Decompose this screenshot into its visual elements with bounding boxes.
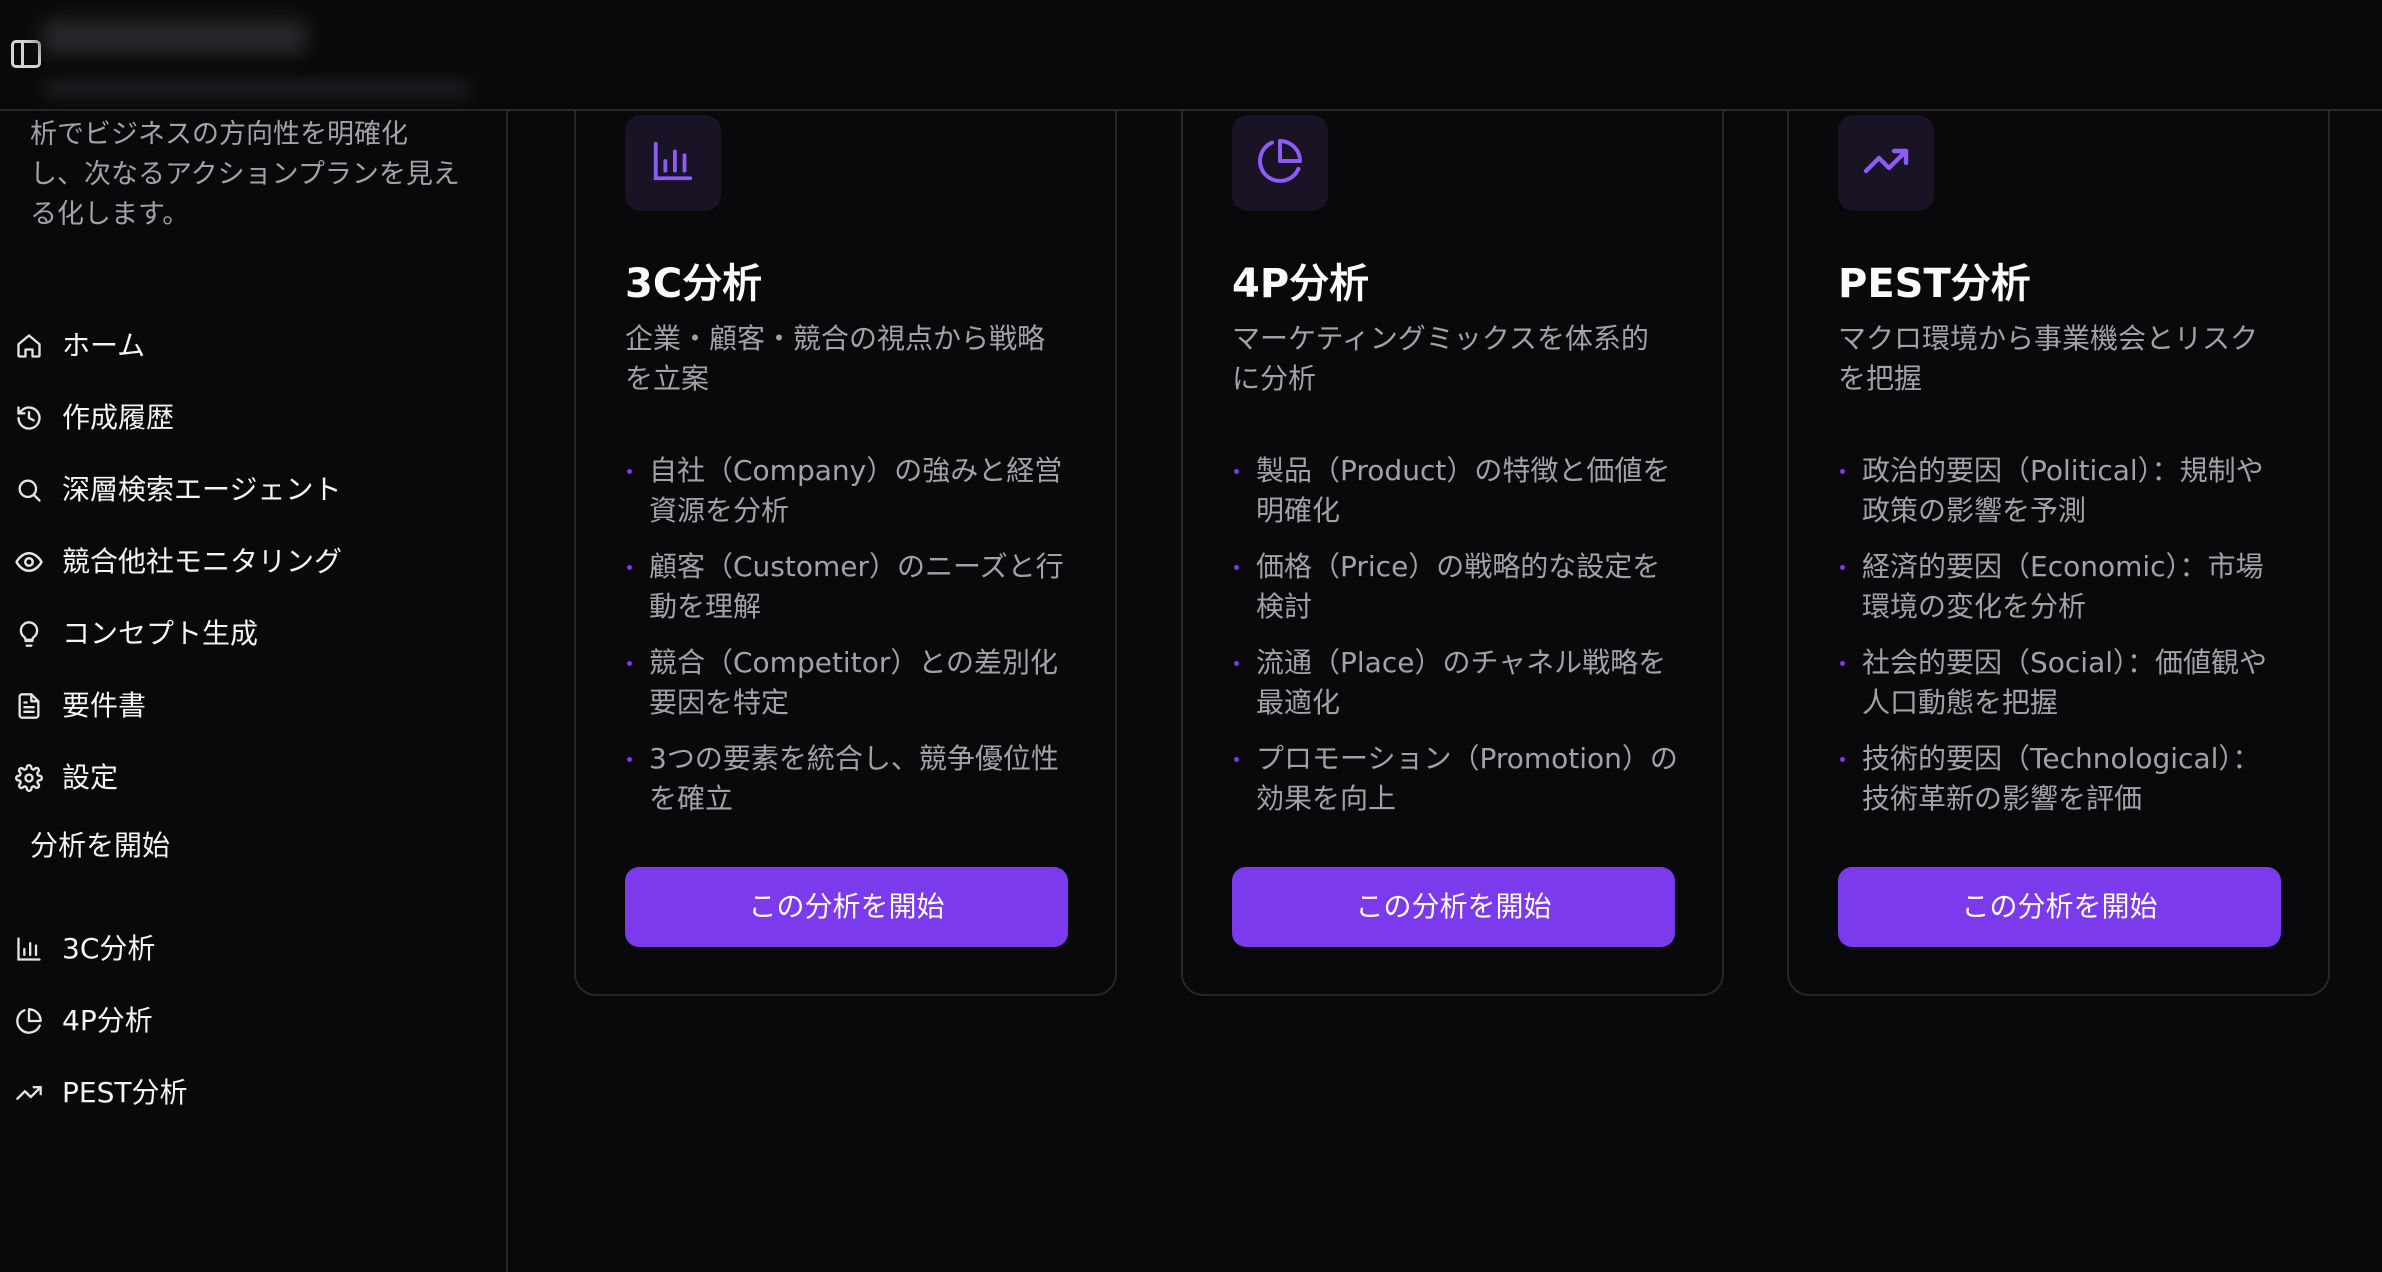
lightbulb-icon — [14, 619, 44, 649]
nav-item-label: 4P分析 — [62, 1004, 153, 1037]
document-icon — [14, 691, 44, 721]
list-item: 3つの要素を統合し、競争優位性を確立 — [625, 739, 1075, 819]
card-bullet-list: 製品（Product）の特徴と価値を明確化 価格（Price）の戦略的な設定を検… — [1232, 451, 1682, 835]
card-description: マクロ環境から事業機会とリスクを把握 — [1838, 322, 2259, 395]
list-item: 顧客（Customer）のニーズと行動を理解 — [625, 547, 1075, 627]
nav-item-home[interactable]: ホーム — [0, 316, 490, 376]
nav-item-label: 3C分析 — [62, 932, 156, 965]
card-description: マーケティングミックスを体系的に分析 — [1232, 322, 1649, 395]
start-analysis-button[interactable]: この分析を開始 — [1232, 867, 1675, 947]
home-icon — [14, 331, 44, 361]
bar-chart-icon — [650, 138, 696, 188]
card-bullet-list: 自社（Company）の強みと経営資源を分析 顧客（Customer）のニーズと… — [625, 451, 1075, 835]
card-title: PEST分析 — [1838, 261, 2031, 307]
card-bullet-list: 政治的要因（Political）：規制や政策の影響を予測 経済的要因（Econo… — [1838, 451, 2288, 835]
card-icon-container — [1838, 115, 1934, 211]
list-item: プロモーション（Promotion）の効果を向上 — [1232, 739, 1682, 819]
list-item: 価格（Price）の戦略的な設定を検討 — [1232, 547, 1682, 627]
list-item: 社会的要因（Social）：価値観や人口動態を把握 — [1838, 643, 2288, 723]
list-item: 技術的要因（Technological）：技術革新の影響を評価 — [1838, 739, 2288, 819]
list-item: 製品（Product）の特徴と価値を明確化 — [1232, 451, 1682, 531]
nav-item-label: コンセプト生成 — [62, 617, 259, 650]
nav-item-label: ホーム — [62, 329, 146, 362]
bar-chart-icon — [14, 934, 44, 964]
nav-item-4p[interactable]: 4P分析 — [0, 991, 490, 1051]
card-title: 4P分析 — [1232, 261, 1370, 307]
nav-item-label: 設定 — [62, 761, 119, 794]
nav-item-label: 要件書 — [62, 689, 147, 722]
nav-item-label: 深層検索エージェント — [62, 473, 342, 506]
nav-item-label: 作成履歴 — [62, 401, 175, 434]
eye-icon — [14, 547, 44, 577]
list-item: 政治的要因（Political）：規制や政策の影響を予測 — [1838, 451, 2288, 531]
start-analysis-button[interactable]: この分析を開始 — [1838, 867, 2281, 947]
trending-up-icon — [14, 1078, 44, 1108]
pie-chart-icon — [1256, 137, 1304, 189]
card-description: 企業・顧客・競合の視点から戦略を立案 — [625, 322, 1046, 395]
list-item: 自社（Company）の強みと経営資源を分析 — [625, 451, 1075, 531]
start-analysis-button[interactable]: この分析を開始 — [625, 867, 1068, 947]
nav-item-requirements[interactable]: 要件書 — [0, 676, 490, 736]
nav-item-history[interactable]: 作成履歴 — [0, 388, 490, 448]
card-title: 3C分析 — [625, 261, 763, 307]
nav-item-3c[interactable]: 3C分析 — [0, 919, 490, 979]
card-3c: 3C分析 企業・顧客・競合の視点から戦略を立案 自社（Company）の強みと経… — [574, 59, 1117, 996]
list-item: 経済的要因（Economic）：市場環境の変化を分析 — [1838, 547, 2288, 627]
nav-item-label: 競合他社モニタリング — [62, 545, 343, 578]
analysis-section-label: 分析を開始 — [30, 829, 171, 862]
card-icon-container — [1232, 115, 1328, 211]
sidebar-description: 析でビジネスの方向性を明確化し、次なるアクションプランを見える化します。 — [30, 119, 460, 230]
list-item: 流通（Place）のチャネル戦略を最適化 — [1232, 643, 1682, 723]
top-bar — [0, 0, 2382, 111]
nav-item-pest[interactable]: PEST分析 — [0, 1063, 490, 1123]
blurred-title — [42, 20, 307, 54]
list-item: 競合（Competitor）との差別化要因を特定 — [625, 643, 1075, 723]
search-icon — [14, 475, 44, 505]
blurred-subtitle — [42, 80, 472, 98]
nav-item-monitoring[interactable]: 競合他社モニタリング — [0, 532, 490, 592]
nav-item-settings[interactable]: 設定 — [0, 748, 490, 808]
history-icon — [14, 403, 44, 433]
card-icon-container — [625, 115, 721, 211]
sidebar-toggle-icon[interactable] — [11, 40, 41, 68]
card-pest: PEST分析 マクロ環境から事業機会とリスクを把握 政治的要因（Politica… — [1787, 59, 2330, 996]
trending-up-icon — [1862, 137, 1910, 189]
nav-item-concept[interactable]: コンセプト生成 — [0, 604, 490, 664]
sidebar: 析でビジネスの方向性を明確化し、次なるアクションプランを見える化します。 ホーム… — [0, 111, 508, 1272]
card-4p: 4P分析 マーケティングミックスを体系的に分析 製品（Product）の特徴と価… — [1181, 59, 1724, 996]
nav-item-deep-search[interactable]: 深層検索エージェント — [0, 460, 490, 520]
pie-chart-icon — [14, 1006, 44, 1036]
nav-item-label: PEST分析 — [62, 1076, 188, 1109]
gear-icon — [14, 763, 44, 793]
